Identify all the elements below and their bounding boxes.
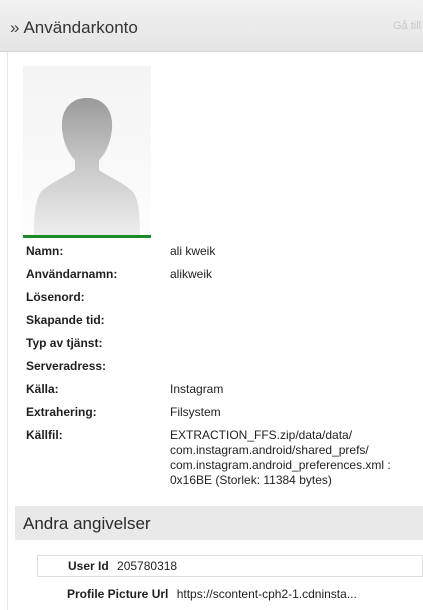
property-value — [170, 359, 421, 374]
property-row-server-address: Serveradress: — [26, 359, 421, 374]
property-row-username: Användarnamn: alikweik — [26, 267, 421, 282]
section-title: Andra angivelser — [23, 514, 151, 533]
other-item-label: User Id — [68, 559, 109, 573]
goto-link[interactable]: Gå till — [393, 20, 423, 32]
property-value — [170, 313, 421, 328]
property-value: Instagram — [170, 382, 224, 396]
other-item-value: 205780318 — [117, 559, 178, 573]
property-value: Filsystem — [170, 405, 221, 419]
double-chevron-right-icon: » — [10, 18, 20, 37]
property-value: alikweik — [170, 267, 213, 281]
property-label: Skapande tid: — [26, 313, 105, 327]
user-avatar — [23, 66, 151, 236]
other-item-label: Profile Picture Url — [67, 587, 169, 601]
property-label: Lösenord: — [26, 290, 85, 304]
content-divider — [7, 52, 8, 610]
properties-list: Namn: ali kweik Användarnamn: alikweik L… — [26, 244, 421, 496]
profile-picture-url-link[interactable]: https://scontent-cph2-1.cdninsta... — [177, 587, 357, 601]
property-label: Typ av tjänst: — [26, 336, 103, 350]
property-label: Extrahering: — [26, 405, 97, 419]
property-row-name: Namn: ali kweik — [26, 244, 421, 259]
property-row-created: Skapande tid: — [26, 313, 421, 328]
property-value — [170, 336, 421, 351]
section-header-other: Andra angivelser — [15, 506, 423, 540]
user-silhouette-icon — [34, 98, 140, 236]
property-value: ali kweik — [170, 244, 216, 258]
property-value — [170, 290, 421, 305]
property-row-source-file: Källfil: EXTRACTION_FFS.zip/data/data/ c… — [26, 428, 421, 488]
property-label: Serveradress: — [26, 359, 107, 373]
avatar-accent-bar — [23, 235, 151, 238]
property-row-source: Källa: Instagram — [26, 382, 421, 397]
page-title: » Användarkonto — [10, 18, 138, 38]
property-label: Källa: — [26, 382, 59, 396]
other-item-user-id: User Id 205780318 — [37, 555, 423, 577]
property-label: Användarnamn: — [26, 267, 118, 281]
property-label: Källfil: — [26, 428, 63, 442]
source-file-link[interactable]: EXTRACTION_FFS.zip/data/data/ com.instag… — [170, 428, 421, 488]
page-header: » Användarkonto Gå till — [0, 0, 423, 52]
property-row-password: Lösenord: — [26, 290, 421, 305]
page-title-text: Användarkonto — [23, 18, 138, 37]
property-label: Namn: — [26, 244, 64, 258]
property-row-service-type: Typ av tjänst: — [26, 336, 421, 351]
property-row-extraction: Extrahering: Filsystem — [26, 405, 421, 420]
other-item-profile-picture-url: Profile Picture Url https://scontent-cph… — [37, 584, 423, 606]
